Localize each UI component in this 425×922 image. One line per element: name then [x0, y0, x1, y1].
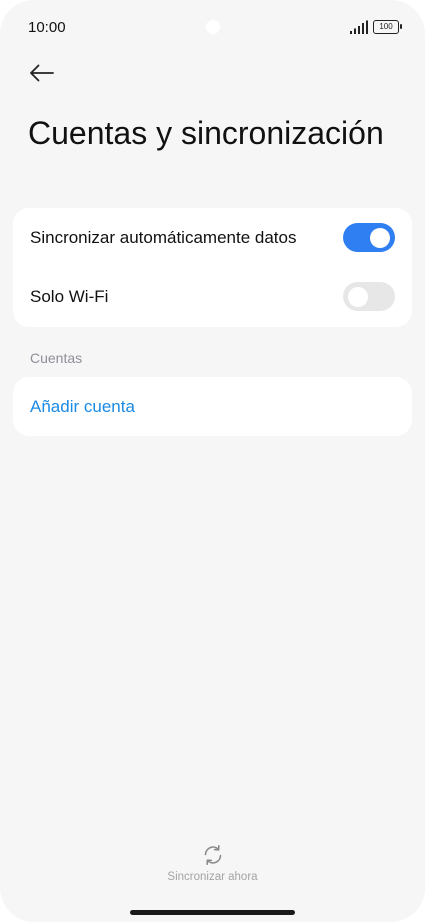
- home-indicator[interactable]: [130, 910, 295, 915]
- auto-sync-row[interactable]: Sincronizar automáticamente datos: [13, 208, 412, 267]
- accounts-card: Añadir cuenta: [13, 377, 412, 436]
- status-bar: 10:00 100: [0, 0, 425, 56]
- arrow-left-icon: [30, 64, 54, 82]
- sync-icon: [204, 845, 221, 865]
- wifi-only-toggle[interactable]: [343, 282, 395, 311]
- auto-sync-label: Sincronizar automáticamente datos: [30, 227, 297, 247]
- accounts-section-header: Cuentas: [30, 350, 83, 366]
- wifi-only-row[interactable]: Solo Wi-Fi: [13, 267, 412, 326]
- back-button[interactable]: [22, 55, 62, 91]
- wifi-only-label: Solo Wi-Fi: [30, 286, 109, 306]
- add-account-label: Añadir cuenta: [30, 396, 135, 416]
- battery-icon: 100: [373, 20, 402, 34]
- front-camera: [206, 20, 220, 34]
- phone-screen: 10:00 100 Cuentas y sincronización Sincr…: [0, 0, 425, 922]
- toggle-knob: [370, 227, 390, 248]
- add-account-button[interactable]: Añadir cuenta: [13, 377, 412, 436]
- auto-sync-toggle[interactable]: [343, 223, 395, 252]
- sync-now-label: Sincronizar ahora: [167, 871, 258, 883]
- status-icons: 100: [349, 20, 402, 34]
- signal-icon: [350, 20, 368, 34]
- toggle-knob: [348, 286, 368, 307]
- sync-settings-card: Sincronizar automáticamente datos Solo W…: [13, 208, 412, 327]
- sync-now-button[interactable]: Sincronizar ahora: [0, 842, 425, 883]
- page-title: Cuentas y sincronización: [28, 115, 384, 151]
- status-time: 10:00: [28, 19, 66, 36]
